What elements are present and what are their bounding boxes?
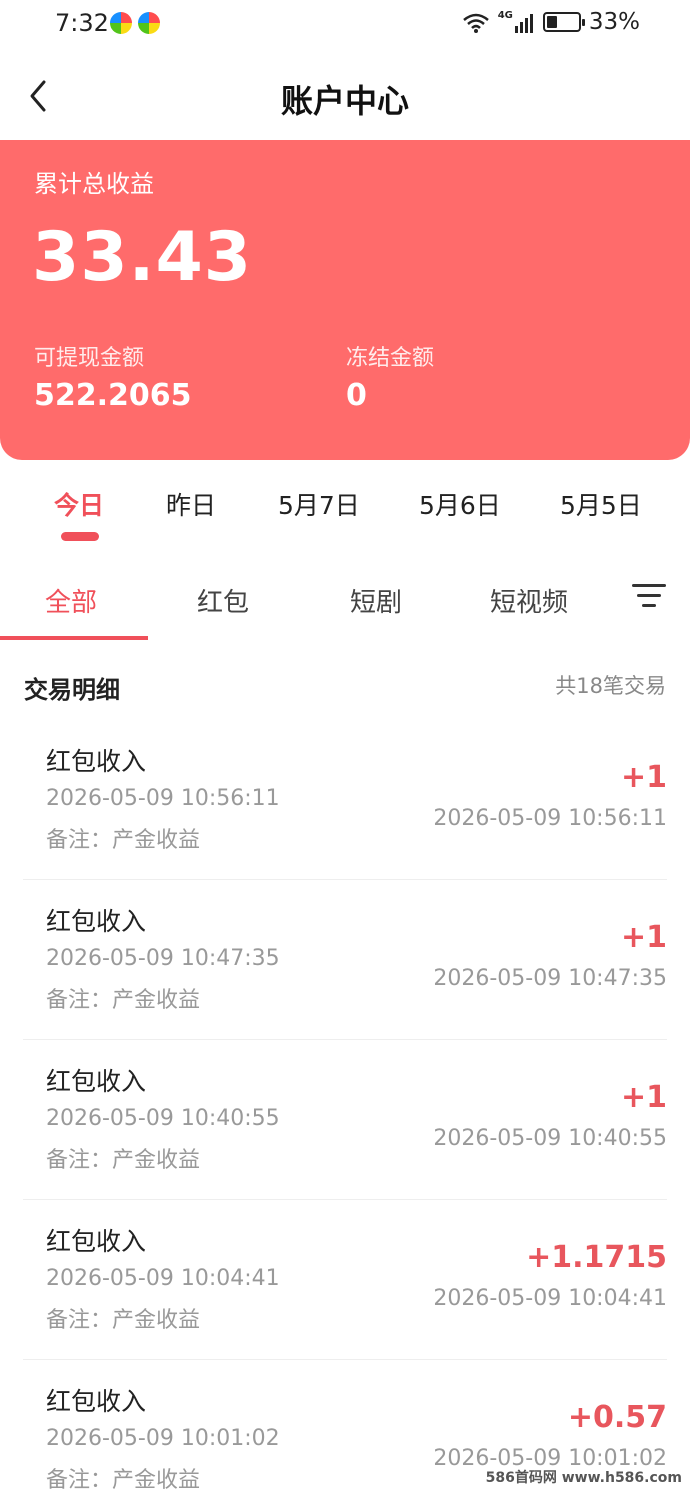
transaction-row[interactable]: 红包收入 2026-05-09 10:40:55 备注：产金收益 +1 2026… [23, 1040, 667, 1200]
transaction-time: 2026-05-09 10:04:41 [46, 1266, 280, 1291]
wifi-icon [462, 13, 489, 33]
app-notification-icon [110, 12, 132, 34]
status-right: 4G 33% [462, 9, 640, 35]
transaction-note: 备注：产金收益 [46, 1308, 201, 1333]
status-app-icons [110, 12, 160, 34]
transaction-time: 2026-05-09 10:47:35 [46, 946, 280, 971]
transaction-time: 2026-05-09 10:01:02 [46, 1426, 280, 1451]
earnings-summary-card: 累计总收益 33.43 可提现金额 522.2065 冻结金额 0 [0, 140, 690, 460]
date-tabs: 今日 昨日 5月7日 5月6日 5月5日 [0, 470, 690, 550]
signal-icon [514, 14, 533, 33]
tab-short-drama[interactable]: 短剧 [350, 582, 402, 619]
date-tab-may5[interactable]: 5月5日 [560, 486, 642, 522]
transaction-note: 备注：产金收益 [46, 1148, 201, 1173]
transaction-amount: +1 [620, 920, 667, 955]
transaction-section-header: 交易明细 共18笔交易 [0, 640, 690, 722]
transaction-amount: +1 [620, 1080, 667, 1115]
total-earnings-value: 33.43 [32, 218, 253, 297]
frozen-value: 0 [346, 378, 367, 413]
date-tab-today[interactable]: 今日 [54, 486, 104, 522]
network-type-label: 4G [497, 10, 513, 21]
status-time: 7:32 [55, 9, 109, 37]
date-tab-yesterday[interactable]: 昨日 [166, 486, 216, 522]
transaction-time-right: 2026-05-09 10:40:55 [433, 1126, 667, 1151]
transaction-count: 共18笔交易 [555, 674, 666, 698]
transaction-title: 红包收入 [46, 907, 147, 936]
watermark-text: 586首码网 www.h586.com [485, 1470, 682, 1486]
transaction-title: 红包收入 [46, 1387, 147, 1416]
transaction-time-right: 2026-05-09 10:47:35 [433, 966, 667, 991]
app-notification-icon [138, 12, 160, 34]
transaction-row[interactable]: 红包收入 2026-05-09 10:56:11 备注：产金收益 +1 2026… [23, 720, 667, 880]
transaction-note: 备注：产金收益 [46, 828, 201, 853]
date-tab-may7[interactable]: 5月7日 [278, 486, 360, 522]
transaction-time: 2026-05-09 10:40:55 [46, 1106, 280, 1131]
frozen-label: 冻结金额 [346, 346, 435, 371]
transaction-time: 2026-05-09 10:56:11 [46, 786, 280, 811]
transaction-time-right: 2026-05-09 10:56:11 [433, 806, 667, 831]
battery-percent: 33% [588, 9, 640, 35]
battery-icon [542, 12, 585, 32]
transaction-amount: +1 [620, 760, 667, 795]
transaction-list: 红包收入 2026-05-09 10:56:11 备注：产金收益 +1 2026… [0, 720, 690, 1491]
transaction-note: 备注：产金收益 [46, 988, 201, 1013]
section-title: 交易明细 [24, 676, 120, 704]
transaction-amount: +1.1715 [526, 1240, 667, 1275]
tab-all[interactable]: 全部 [45, 582, 97, 619]
total-earnings-label: 累计总收益 [34, 170, 154, 198]
transaction-note: 备注：产金收益 [46, 1468, 201, 1491]
transaction-time-right: 2026-05-09 10:04:41 [433, 1286, 667, 1311]
header: 账户中心 [0, 50, 690, 140]
date-tab-may6[interactable]: 5月6日 [419, 486, 501, 522]
transaction-row[interactable]: 红包收入 2026-05-09 10:04:41 备注：产金收益 +1.1715… [23, 1200, 667, 1360]
transaction-title: 红包收入 [46, 747, 147, 776]
tab-short-video[interactable]: 短视频 [490, 582, 568, 619]
transaction-row[interactable]: 红包收入 2026-05-09 10:47:35 备注：产金收益 +1 2026… [23, 880, 667, 1040]
category-tabs: 全部 红包 短剧 短视频 [0, 560, 690, 640]
transaction-amount: +0.57 [567, 1400, 667, 1435]
tab-red-packet[interactable]: 红包 [197, 582, 249, 619]
date-tab-indicator [61, 532, 99, 541]
filter-icon[interactable] [632, 584, 666, 610]
transaction-title: 红包收入 [46, 1227, 147, 1256]
withdrawable-label: 可提现金额 [34, 346, 145, 371]
transaction-title: 红包收入 [46, 1067, 147, 1096]
page-title: 账户中心 [280, 82, 409, 120]
status-bar: 7:32 4G 33% [0, 0, 690, 50]
withdrawable-value[interactable]: 522.2065 [34, 378, 192, 413]
